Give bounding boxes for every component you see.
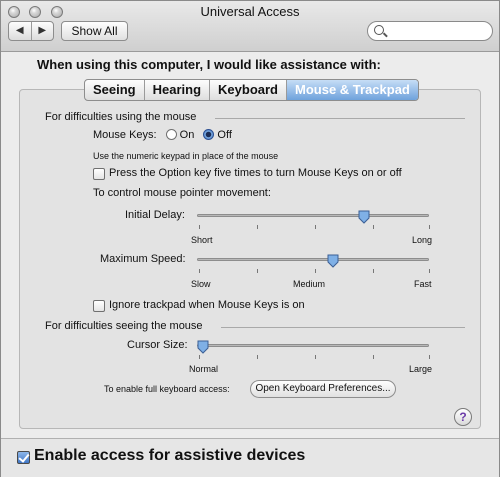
tab-keyboard[interactable]: Keyboard bbox=[209, 80, 286, 100]
assistive-devices-label: Enable access for assistive devices bbox=[34, 447, 306, 464]
numeric-keypad-hint: Use the numeric keypad in place of the m… bbox=[93, 151, 279, 161]
initial-delay-label: Initial Delay: bbox=[125, 209, 185, 221]
mouse-keys-row: Mouse Keys: On Off bbox=[93, 129, 232, 141]
cursor-size-thumb[interactable] bbox=[197, 340, 209, 354]
mouse-keys-off-radio[interactable] bbox=[203, 129, 215, 140]
tab-bar: Seeing Hearing Keyboard Mouse & Trackpad bbox=[84, 79, 419, 101]
slider-tick bbox=[257, 225, 258, 229]
slider-tick bbox=[199, 225, 200, 229]
option-key-label: Press the Option key five times to turn … bbox=[109, 167, 402, 179]
back-arrow-icon[interactable]: ◀ bbox=[9, 22, 31, 40]
slider-tick bbox=[373, 269, 374, 273]
cursor-size-min: Normal bbox=[189, 364, 219, 374]
slider-tick bbox=[315, 269, 316, 273]
tab-hearing[interactable]: Hearing bbox=[143, 80, 209, 100]
cursor-size-max: Large bbox=[409, 364, 433, 374]
initial-delay-max: Long bbox=[412, 235, 433, 245]
max-speed-thumb[interactable] bbox=[327, 254, 339, 268]
tab-seeing[interactable]: Seeing bbox=[85, 80, 144, 100]
forward-arrow-icon[interactable]: ▶ bbox=[30, 22, 54, 40]
ignore-trackpad-checkbox[interactable] bbox=[93, 300, 105, 312]
pointer-movement-label: To control mouse pointer movement: bbox=[93, 187, 271, 199]
keyboard-access-label: To enable full keyboard access: bbox=[104, 384, 230, 394]
seeing-section-title: For difficulties seeing the mouse bbox=[45, 320, 203, 332]
max-speed-max: Fast bbox=[414, 279, 432, 289]
mouse-keys-label: Mouse Keys: bbox=[93, 129, 157, 141]
title-toolbar: Universal Access ◀ ▶ Show All bbox=[1, 1, 499, 52]
max-speed-label: Maximum Speed: bbox=[100, 253, 186, 265]
slider-tick bbox=[315, 355, 316, 359]
max-speed-min: Slow bbox=[191, 279, 211, 289]
ignore-trackpad-label: Ignore trackpad when Mouse Keys is on bbox=[109, 299, 305, 311]
open-keyboard-preferences-button[interactable]: Open Keyboard Preferences... bbox=[250, 380, 396, 398]
slider-tick bbox=[429, 225, 430, 229]
slider-tick bbox=[315, 225, 316, 229]
initial-delay-thumb[interactable] bbox=[358, 210, 370, 224]
slider-tick bbox=[373, 225, 374, 229]
max-speed-mid: Medium bbox=[293, 279, 326, 289]
section-divider bbox=[221, 327, 465, 328]
slider-tick bbox=[199, 355, 200, 359]
slider-tick bbox=[257, 355, 258, 359]
on-label: On bbox=[179, 129, 195, 141]
slider-tick bbox=[257, 269, 258, 273]
slider-tick bbox=[429, 355, 430, 359]
show-all-button[interactable]: Show All bbox=[61, 21, 128, 41]
help-icon[interactable]: ? bbox=[454, 408, 472, 426]
search-icon bbox=[374, 25, 384, 35]
slider-tick bbox=[373, 355, 374, 359]
search-field[interactable] bbox=[367, 21, 493, 41]
option-key-checkbox[interactable] bbox=[93, 168, 105, 180]
assistance-heading: When using this computer, I would like a… bbox=[37, 57, 381, 72]
mouse-keys-on-radio[interactable] bbox=[165, 129, 177, 140]
window-title: Universal Access bbox=[200, 4, 300, 19]
cursor-size-label: Cursor Size: bbox=[127, 339, 188, 351]
initial-delay-track[interactable] bbox=[197, 214, 429, 217]
back-forward-control: ◀ ▶ bbox=[8, 21, 54, 41]
section-divider bbox=[215, 118, 465, 119]
preferences-window: Universal Access ◀ ▶ Show All When using… bbox=[0, 0, 500, 477]
tab-mouse-trackpad[interactable]: Mouse & Trackpad bbox=[286, 80, 418, 100]
off-label: Off bbox=[217, 129, 232, 141]
assistive-devices-checkbox[interactable] bbox=[17, 451, 30, 464]
max-speed-track[interactable] bbox=[197, 258, 429, 261]
mouse-section-title: For difficulties using the mouse bbox=[45, 111, 197, 123]
initial-delay-min: Short bbox=[191, 235, 213, 245]
slider-tick bbox=[429, 269, 430, 273]
cursor-size-track[interactable] bbox=[197, 344, 429, 347]
slider-tick bbox=[199, 269, 200, 273]
search-input[interactable] bbox=[388, 24, 490, 40]
